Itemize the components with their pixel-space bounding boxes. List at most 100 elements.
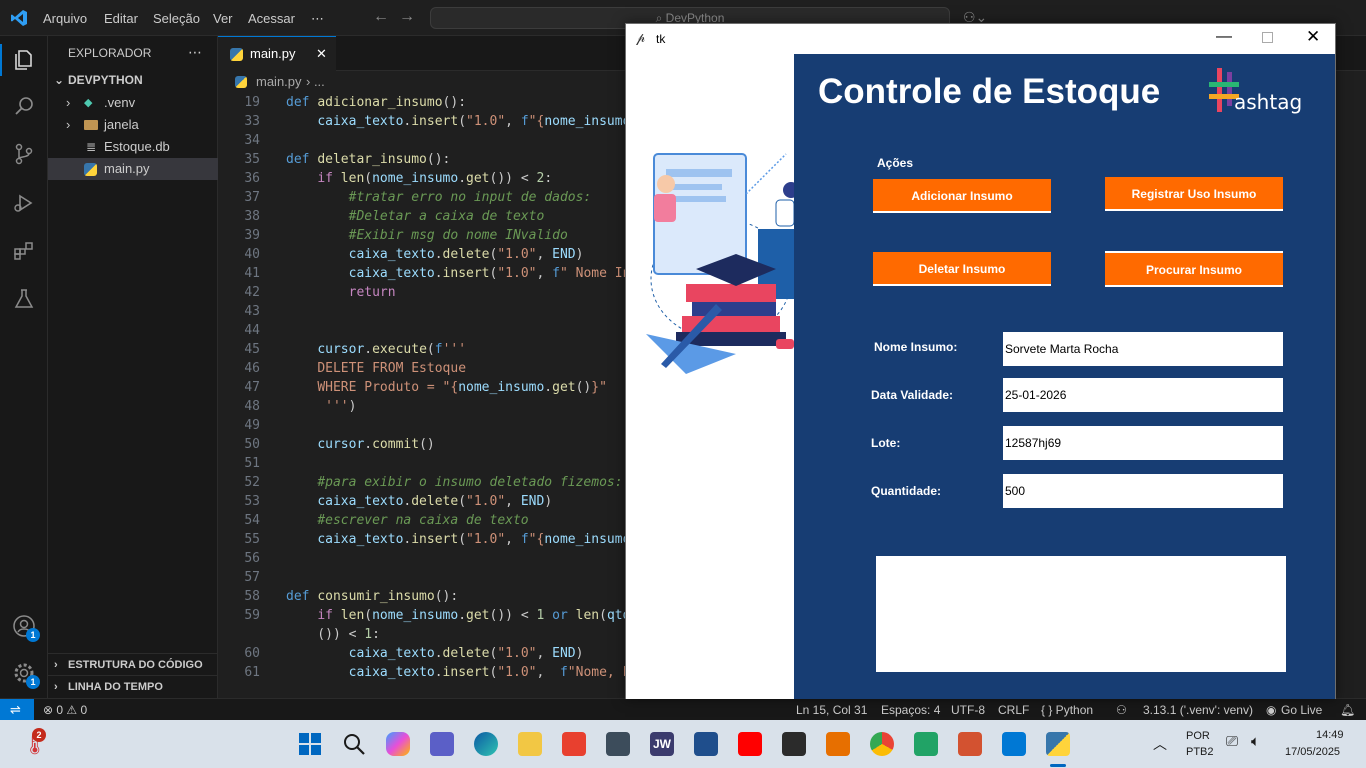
copilot-status-icon[interactable]: ⚇ [1116, 699, 1127, 721]
lot-input[interactable] [1003, 426, 1283, 460]
close-icon[interactable]: ✕ [316, 46, 327, 62]
code-text[interactable]: #Exibir msg do nome INvalido [286, 226, 568, 245]
minimize-icon[interactable]: — [1216, 28, 1232, 46]
cursor-position[interactable]: Ln 15, Col 31 [796, 699, 867, 721]
search-activity-icon[interactable] [12, 94, 36, 118]
delete-insumo-button[interactable]: Deletar Insumo [873, 252, 1051, 286]
tab-main-py[interactable]: main.py ✕ [218, 36, 336, 71]
tree-item-janela[interactable]: › janela [48, 114, 218, 136]
feather-icon: 𝓅 [636, 30, 646, 45]
run-debug-icon[interactable] [12, 191, 36, 215]
menu-more[interactable]: ⋯ [311, 11, 324, 27]
breadcrumb-file[interactable]: main.py [256, 71, 302, 93]
code-text[interactable]: ''') [286, 397, 356, 416]
code-text[interactable]: if len(nome_insumo.get()) < 1 or len(qtd [286, 606, 630, 625]
explorer-more-button[interactable]: ⋯ [188, 44, 202, 61]
code-text[interactable]: caixa_texto.insert("1.0", f" Nome In [286, 264, 631, 283]
copilot-app-icon[interactable] [386, 732, 410, 756]
back-arrow-icon[interactable]: ← [373, 8, 389, 26]
terminal-icon[interactable] [782, 732, 806, 756]
python-interpreter[interactable]: 3.13.1 ('.venv': venv) [1143, 699, 1253, 721]
code-text[interactable]: if len(nome_insumo.get()) < 2: [286, 169, 552, 188]
code-text[interactable]: def consumir_insumo(): [286, 587, 458, 606]
validity-input[interactable] [1003, 378, 1283, 412]
jw-app-icon[interactable]: JW [650, 732, 674, 756]
windows-start-icon[interactable] [298, 732, 322, 756]
file-explorer-icon[interactable] [518, 732, 542, 756]
search-insumo-button[interactable]: Procurar Insumo [1105, 251, 1283, 287]
source-control-icon[interactable] [12, 142, 36, 166]
breadcrumb-separator[interactable]: › ... [306, 71, 325, 93]
code-text[interactable]: def deletar_insumo(): [286, 150, 450, 169]
python-tk-taskbar-icon[interactable] [1046, 732, 1070, 756]
code-text[interactable]: #para exibir o insumo deletado fizemos: [286, 473, 622, 492]
outline-section[interactable]: › ESTRUTURA DO CÓDIGO [48, 653, 218, 675]
code-text[interactable]: def adicionar_insumo(): [286, 93, 466, 112]
vscode-taskbar-icon[interactable] [1002, 732, 1026, 756]
chrome-icon[interactable] [870, 732, 894, 756]
code-text[interactable]: cursor.execute(f''' [286, 340, 466, 359]
code-text[interactable]: #escrever na caixa de texto [286, 511, 528, 530]
clock-time[interactable]: 14:49 [1316, 729, 1344, 741]
forward-arrow-icon[interactable]: → [399, 8, 415, 26]
taskbar-search-icon[interactable] [342, 732, 366, 756]
youtube-icon[interactable] [738, 732, 762, 756]
tree-item-venv[interactable]: › ◆ .venv [48, 92, 218, 114]
tk-titlebar[interactable]: 𝓅 tk — ✕ [626, 24, 1335, 54]
go-live-button[interactable]: Go Live [1281, 699, 1322, 721]
tree-item-main-py[interactable]: main.py [48, 158, 218, 180]
code-text[interactable]: DELETE FROM Estoque [286, 359, 466, 378]
language-indicator[interactable]: POR [1186, 730, 1210, 742]
quantity-input[interactable] [1003, 474, 1283, 508]
timeline-section[interactable]: › LINHA DO TEMPO [48, 675, 218, 697]
tree-item-estoque-db[interactable]: ≣ Estoque.db [48, 136, 218, 158]
code-text[interactable]: caixa_texto.insert("1.0", f"Nome, L [286, 663, 631, 682]
output-textbox[interactable] [876, 556, 1286, 672]
indentation[interactable]: Espaços: 4 [881, 699, 940, 721]
code-text[interactable]: #tratar erro no input de dados: [286, 188, 592, 207]
maximize-icon[interactable] [1262, 32, 1273, 43]
java-icon[interactable] [826, 732, 850, 756]
code-text[interactable]: #Deletar a caixa de texto [286, 207, 545, 226]
powerpoint-icon[interactable] [958, 732, 982, 756]
explorer-files-icon[interactable] [12, 48, 36, 72]
code-text[interactable]: caixa_texto.insert("1.0", f"{nome_insumo [286, 112, 630, 131]
testing-flask-icon[interactable] [12, 287, 36, 311]
register-use-button[interactable]: Registrar Uso Insumo [1105, 177, 1283, 211]
anydesk-icon[interactable] [562, 732, 586, 756]
volume-icon[interactable]: 🔈︎ [1251, 733, 1260, 750]
code-text[interactable]: caixa_texto.delete("1.0", END) [286, 644, 584, 663]
sheets-icon[interactable] [914, 732, 938, 756]
remote-indicator[interactable]: ⇌ [0, 699, 34, 721]
menu-selecao[interactable]: Seleção [153, 11, 200, 26]
menu-ver[interactable]: Ver [213, 11, 233, 26]
problems-indicator[interactable]: ⊗ 0 ⚠ 0 [43, 699, 87, 721]
close-window-icon[interactable]: ✕ [1306, 27, 1320, 47]
tray-chevron-up-icon[interactable]: ︿ [1153, 734, 1167, 754]
line-ending[interactable]: CRLF [998, 699, 1029, 721]
calculator-icon[interactable] [606, 732, 630, 756]
code-text[interactable]: caixa_texto.delete("1.0", END) [286, 245, 584, 264]
keyboard-layout[interactable]: PTB2 [1186, 746, 1214, 758]
add-insumo-button[interactable]: Adicionar Insumo [873, 179, 1051, 213]
edge-browser-icon[interactable] [474, 732, 498, 756]
network-icon[interactable]: ⎚ [1226, 733, 1238, 750]
clock-date[interactable]: 17/05/2025 [1285, 746, 1340, 758]
name-input[interactable] [1003, 332, 1283, 366]
code-text[interactable]: return [286, 283, 396, 302]
code-text[interactable]: caixa_texto.delete("1.0", END) [286, 492, 552, 511]
code-text[interactable]: WHERE Produto = "{nome_insumo.get()}" [286, 378, 607, 397]
language-mode[interactable]: { } Python [1041, 699, 1093, 721]
teams-icon[interactable] [430, 732, 454, 756]
menu-arquivo[interactable]: Arquivo [43, 11, 87, 26]
project-folder-header[interactable]: ⌄ DEVPYTHON [48, 69, 218, 91]
extensions-icon[interactable] [12, 239, 36, 263]
code-text[interactable]: cursor.commit() [286, 435, 434, 454]
menu-editar[interactable]: Editar [104, 11, 138, 26]
encoding[interactable]: UTF-8 [951, 699, 985, 721]
menu-acessar[interactable]: Acessar [248, 11, 295, 26]
app-installer-icon[interactable] [694, 732, 718, 756]
code-text[interactable]: ()) < 1: [286, 625, 380, 644]
notifications-bell-icon[interactable]: 🔔︎ [1340, 699, 1355, 721]
code-text[interactable]: caixa_texto.insert("1.0", f"{nome_insumo [286, 530, 630, 549]
